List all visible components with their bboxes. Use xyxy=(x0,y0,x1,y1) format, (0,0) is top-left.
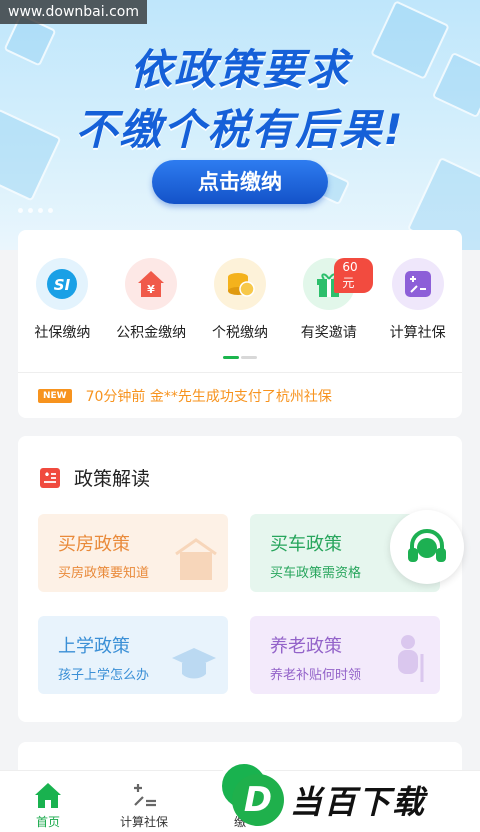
banner-headline-1: 依政策要求 xyxy=(129,45,350,94)
social-security-icon: SI xyxy=(36,258,89,310)
svg-text:SI: SI xyxy=(54,276,71,294)
carousel-dot[interactable] xyxy=(18,208,23,213)
service-label: 计算社保 xyxy=(389,325,446,341)
house-icon xyxy=(175,538,217,580)
customer-service-button[interactable] xyxy=(390,510,464,584)
news-text: 70分钟前 金**先生成功支付了杭州社保 xyxy=(85,389,332,405)
policy-item-house[interactable]: 买房政策 买房政策要知道 xyxy=(38,514,228,592)
house-fund-icon: ¥ xyxy=(125,258,178,310)
carousel-dots xyxy=(18,208,53,213)
coins-icon xyxy=(213,258,266,310)
calculator-icon xyxy=(134,784,156,807)
service-social-security[interactable]: SI 社保缴纳 xyxy=(18,258,107,342)
calculator-icon xyxy=(391,258,444,310)
banner-headline-2: 不缴个税有后果! xyxy=(75,105,405,154)
services-card: SI 社保缴纳 ¥ 公积金缴纳 个税缴纳 60元 有奖邀请 计算社保 NEW 7… xyxy=(18,230,462,418)
carousel-dot[interactable] xyxy=(38,208,43,213)
policy-item-school[interactable]: 上学政策 孩子上学怎么办 xyxy=(38,616,228,694)
tab-label: 首页 xyxy=(35,815,60,829)
tab-home[interactable]: 首页 xyxy=(0,771,96,832)
graduation-cap-icon xyxy=(172,648,216,679)
tab-label: 计算社保 xyxy=(119,815,168,829)
site-watermark: www.downbai.com xyxy=(0,0,147,24)
page-indicator xyxy=(223,356,257,359)
tab-calculate[interactable]: 计算社保 xyxy=(96,771,192,832)
policy-card: 政策解读 买房政策 买房政策要知道 买车政策 买车政策需资格 上学政策 孩子上学… xyxy=(18,436,462,722)
policy-section-title: 政策解读 xyxy=(74,468,151,490)
news-ticker[interactable]: NEW 70分钟前 金**先生成功支付了杭州社保 xyxy=(38,386,332,406)
policy-book-icon xyxy=(40,467,60,488)
service-housing-fund[interactable]: ¥ 公积金缴纳 xyxy=(107,258,196,342)
policy-item-pension[interactable]: 养老政策 养老补贴何时领 xyxy=(250,616,440,694)
new-tag: NEW xyxy=(38,389,72,403)
home-icon xyxy=(35,783,61,808)
service-label: 公积金缴纳 xyxy=(116,325,187,341)
service-label: 社保缴纳 xyxy=(34,325,91,341)
headset-icon xyxy=(408,528,446,562)
carousel-dot[interactable] xyxy=(48,208,53,213)
carousel-dot[interactable] xyxy=(28,208,33,213)
elderly-icon xyxy=(398,635,424,682)
pay-now-button[interactable]: 点击缴纳 xyxy=(152,160,328,204)
divider xyxy=(18,372,462,373)
svg-text:¥: ¥ xyxy=(147,283,155,296)
site-logo-watermark: D 当百下载 xyxy=(232,770,426,830)
reward-badge: 60元 xyxy=(334,258,374,293)
site-logo-mark: D xyxy=(232,774,284,826)
service-invite-reward[interactable]: 60元 有奖邀请 xyxy=(284,258,374,342)
promo-banner[interactable]: 依政策要求 不缴个税有后果! 点击缴纳 xyxy=(0,0,480,250)
service-calculate-social-security[interactable]: 计算社保 xyxy=(373,258,462,342)
service-label: 有奖邀请 xyxy=(300,325,357,341)
service-income-tax[interactable]: 个税缴纳 xyxy=(196,258,285,342)
site-logo-text: 当百下载 xyxy=(290,783,427,821)
service-label: 个税缴纳 xyxy=(211,325,268,341)
